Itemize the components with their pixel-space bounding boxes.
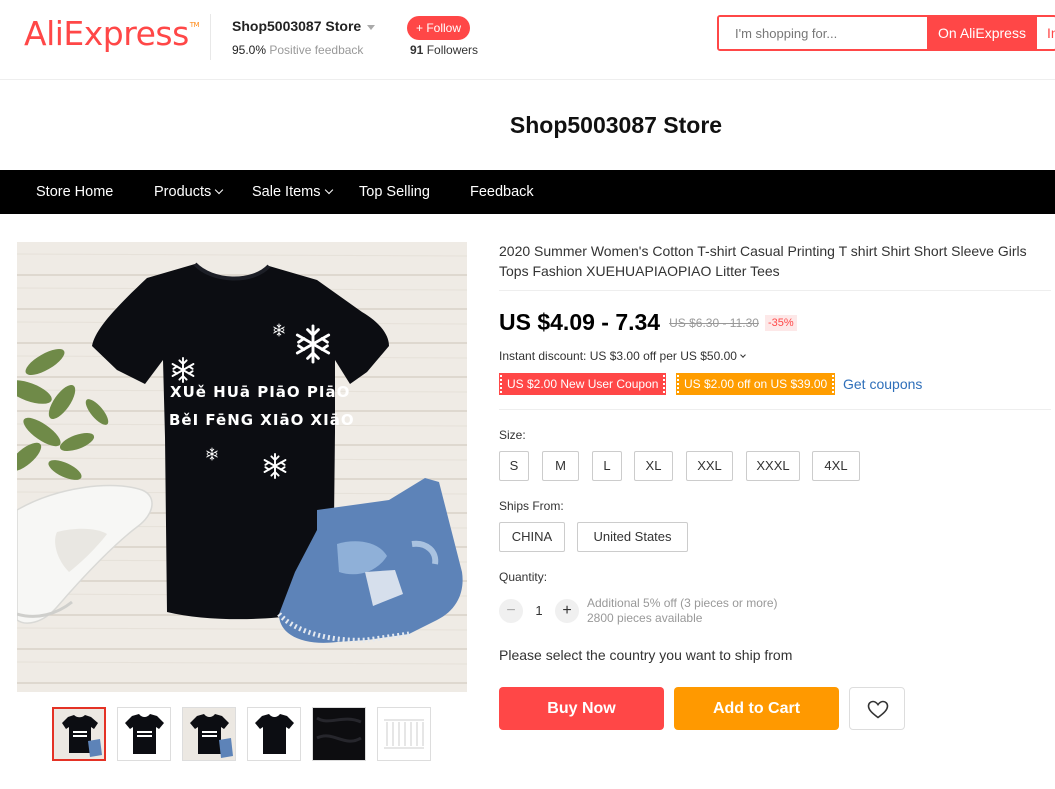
thumbnail-image bbox=[54, 709, 104, 759]
divider bbox=[499, 290, 1051, 291]
thumbnail-6[interactable] bbox=[377, 707, 431, 761]
main-product-image[interactable]: XUě HUā PIāO PIāO BěI FēNG XIāO XIāO bbox=[17, 242, 467, 692]
search-box: On AliExpress In bbox=[717, 15, 1055, 51]
buy-now-button[interactable]: Buy Now bbox=[499, 687, 664, 730]
nav-label: Store Home bbox=[36, 184, 114, 200]
shirt-text-line2: BěI FēNG XIāO XIāO bbox=[169, 411, 355, 429]
aliexpress-logo[interactable]: AliExpressTM bbox=[24, 14, 200, 53]
size-option-xxxl[interactable]: XXXL bbox=[746, 451, 800, 481]
search-on-aliexpress-button[interactable]: On AliExpress bbox=[927, 17, 1037, 49]
caret-down-icon bbox=[367, 24, 376, 30]
size-option-m[interactable]: M bbox=[542, 451, 579, 481]
nav-label: Top Selling bbox=[359, 184, 430, 200]
store-name: Shop5003087 Store bbox=[232, 18, 362, 34]
search-input[interactable] bbox=[719, 17, 927, 49]
instant-discount-text: Instant discount: US $3.00 off per US $5… bbox=[499, 349, 737, 363]
quantity-info: Additional 5% off (3 pieces or more) 280… bbox=[587, 596, 778, 626]
thumbnail-image bbox=[248, 708, 300, 760]
store-coupon[interactable]: US $2.00 off on US $39.00 bbox=[676, 373, 836, 395]
store-nav-bar: Store Home Products Sale Items Top Selli… bbox=[0, 170, 1055, 214]
store-banner: Shop5003087 Store bbox=[0, 80, 1055, 170]
size-option-xxl[interactable]: XXL bbox=[686, 451, 733, 481]
thumbnail-image bbox=[183, 708, 235, 760]
header-divider bbox=[210, 14, 211, 60]
divider bbox=[499, 409, 1051, 410]
followers-number: 91 bbox=[410, 43, 424, 57]
logo-trademark: TM bbox=[189, 21, 200, 29]
followers-count: 91 Followers bbox=[410, 43, 478, 57]
search-in-store-button[interactable]: In bbox=[1037, 17, 1055, 49]
top-header: AliExpressTM Shop5003087 Store 95.0% Pos… bbox=[0, 0, 1055, 80]
product-photo: XUě HUā PIāO PIāO BěI FēNG XIāO XIāO bbox=[17, 242, 467, 692]
new-user-coupon[interactable]: US $2.00 New User Coupon bbox=[499, 373, 667, 395]
nav-top-selling[interactable]: Top Selling bbox=[359, 170, 430, 214]
heart-icon bbox=[867, 700, 889, 719]
shirt-text-line1: XUě HUā PIāO PIāO bbox=[170, 383, 350, 401]
instant-discount[interactable]: Instant discount: US $3.00 off per US $5… bbox=[499, 349, 746, 363]
ships-from-united-states[interactable]: United States bbox=[577, 522, 688, 552]
price-original: US $6.30 - 11.30 bbox=[669, 315, 759, 330]
size-option-l[interactable]: L bbox=[592, 451, 622, 481]
get-coupons-link[interactable]: Get coupons bbox=[843, 376, 922, 392]
thumbnail-image bbox=[378, 708, 430, 760]
discount-badge: -35% bbox=[764, 314, 797, 331]
nav-label: Feedback bbox=[470, 184, 534, 200]
store-title: Shop5003087 Store bbox=[509, 112, 723, 138]
thumbnail-5[interactable] bbox=[312, 707, 366, 761]
nav-feedback[interactable]: Feedback bbox=[470, 170, 534, 214]
ship-country-note: Please select the country you want to sh… bbox=[499, 647, 793, 663]
thumbnail-2[interactable] bbox=[117, 707, 171, 761]
feedback-label: Positive feedback bbox=[269, 43, 364, 57]
quantity-label: Quantity: bbox=[499, 570, 548, 584]
quantity-increase-button[interactable]: + bbox=[555, 599, 579, 623]
nav-sale-items[interactable]: Sale Items bbox=[252, 170, 333, 214]
follow-button[interactable]: + Follow bbox=[407, 16, 470, 40]
chevron-down-icon bbox=[214, 185, 224, 195]
price-current: US $4.09 - 7.34 bbox=[499, 309, 661, 335]
logo-text: AliExpress bbox=[24, 14, 189, 53]
thumbnail-image bbox=[313, 708, 365, 760]
nav-store-home[interactable]: Store Home bbox=[36, 170, 113, 214]
size-option-xl[interactable]: XL bbox=[634, 451, 673, 481]
chevron-down-icon bbox=[324, 185, 333, 195]
thumbnail-3[interactable] bbox=[182, 707, 236, 761]
size-label: Size: bbox=[499, 428, 526, 442]
thumbnail-4[interactable] bbox=[247, 707, 301, 761]
nav-products[interactable]: Products bbox=[154, 170, 224, 214]
ships-from-china[interactable]: CHINA bbox=[499, 522, 565, 552]
product-title: 2020 Summer Women's Cotton T-shirt Casua… bbox=[499, 243, 1027, 279]
wishlist-button[interactable] bbox=[849, 687, 905, 730]
additional-discount-text: Additional 5% off (3 pieces or more) bbox=[587, 596, 778, 610]
add-to-cart-button[interactable]: Add to Cart bbox=[674, 687, 839, 730]
thumbnail-image bbox=[118, 708, 170, 760]
size-option-4xl[interactable]: 4XL bbox=[812, 451, 860, 481]
chevron-down-icon bbox=[740, 352, 746, 358]
size-option-s[interactable]: S bbox=[499, 451, 529, 481]
price-row: US $4.09 - 7.34 US $6.30 - 11.30 -35% bbox=[499, 309, 797, 336]
store-name-dropdown[interactable]: Shop5003087 Store bbox=[232, 18, 376, 34]
quantity-value[interactable]: 1 bbox=[528, 603, 550, 618]
feedback-percent: 95.0% bbox=[232, 43, 267, 57]
ships-from-label: Ships From: bbox=[499, 499, 564, 513]
thumbnail-1[interactable] bbox=[52, 707, 106, 761]
quantity-decrease-button[interactable]: − bbox=[499, 599, 523, 623]
nav-label: Products bbox=[154, 184, 212, 200]
availability-text: 2800 pieces available bbox=[587, 611, 703, 625]
followers-label: Followers bbox=[426, 43, 479, 57]
nav-label: Sale Items bbox=[252, 184, 321, 200]
store-feedback: 95.0% Positive feedback bbox=[232, 43, 363, 57]
